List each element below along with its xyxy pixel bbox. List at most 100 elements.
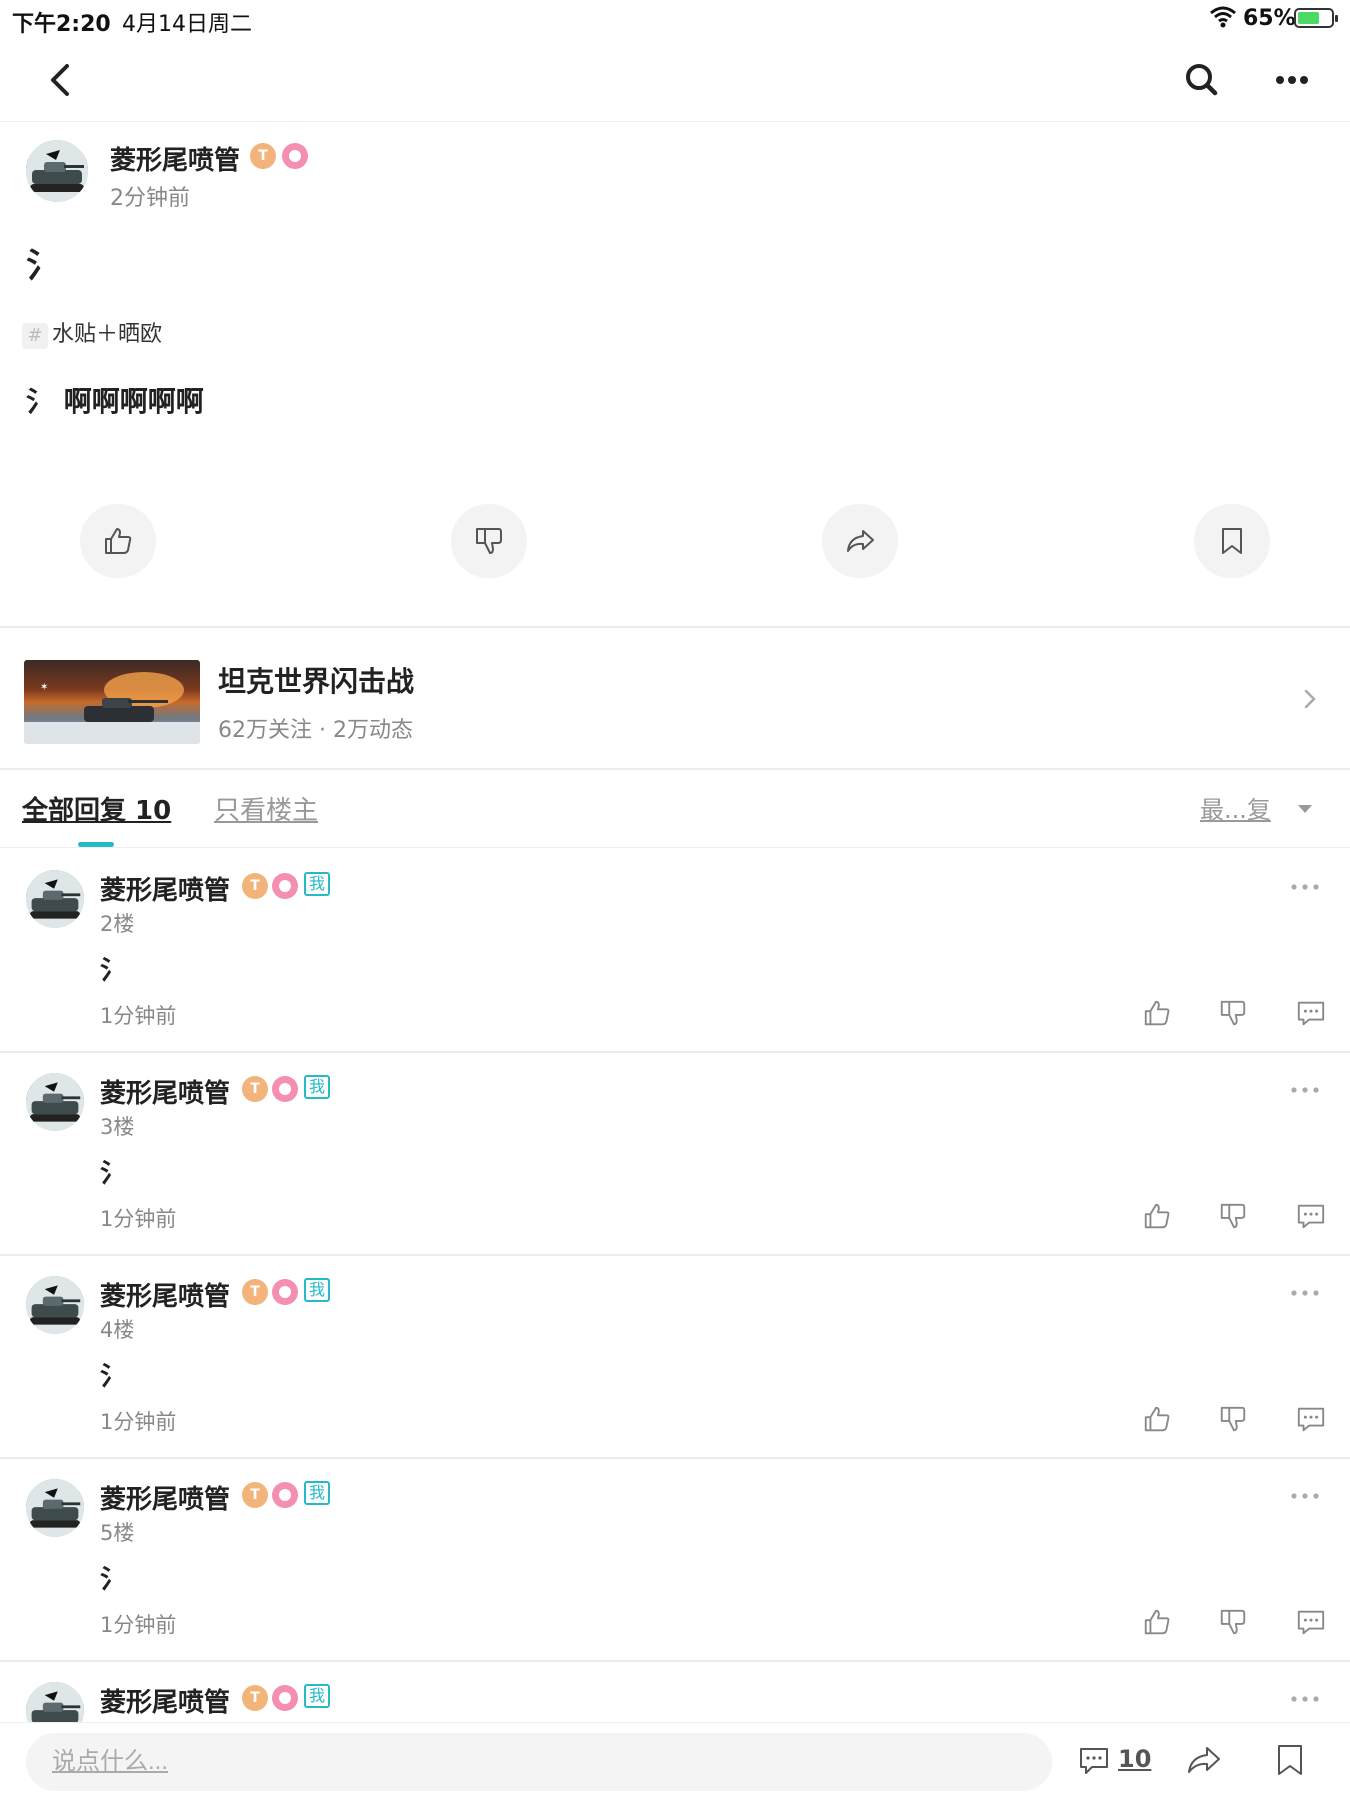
sort-dropdown[interactable]: 最...复 bbox=[1200, 790, 1271, 825]
dislike-icon[interactable] bbox=[1218, 1404, 1248, 1434]
divider bbox=[0, 626, 1350, 628]
status-date: 4月14日周二 bbox=[122, 12, 252, 37]
level-badge: T bbox=[250, 143, 276, 169]
pink-medal-badge bbox=[272, 873, 298, 899]
share-button[interactable] bbox=[822, 504, 898, 578]
comment-icon[interactable] bbox=[1078, 1745, 1110, 1777]
reply-content: 氵 bbox=[100, 1159, 127, 1189]
avatar[interactable] bbox=[26, 1479, 84, 1537]
game-card[interactable]: ✶ 坦克世界闪击战 62万关注 · 2万动态 bbox=[0, 630, 1350, 768]
share-icon bbox=[847, 530, 874, 552]
search-icon[interactable] bbox=[1180, 58, 1224, 102]
like-button[interactable] bbox=[80, 504, 156, 578]
reply-item[interactable]: 菱形尾喷管 T 我 2楼氵 1分钟前 bbox=[0, 850, 1350, 1053]
dislike-button[interactable] bbox=[451, 504, 527, 578]
reply-author-name[interactable]: 菱形尾喷管 bbox=[100, 1276, 230, 1313]
more-horizontal-icon[interactable] bbox=[1270, 58, 1314, 102]
tab-all-replies[interactable]: 全部回复 10 bbox=[22, 790, 171, 827]
comment-icon[interactable] bbox=[1296, 1404, 1326, 1434]
dislike-icon[interactable] bbox=[1218, 998, 1248, 1028]
reply-tabs: 全部回复 10 只看楼主 最...复 bbox=[0, 770, 1350, 848]
reply-time: 1分钟前 bbox=[100, 1004, 177, 1028]
bookmark-button[interactable] bbox=[1194, 504, 1270, 578]
status-time: 下午2:20 bbox=[12, 12, 111, 37]
like-icon[interactable] bbox=[1142, 1201, 1172, 1231]
tab-indicator bbox=[78, 842, 114, 847]
reply-content: 氵 bbox=[100, 956, 127, 986]
hash-icon: # bbox=[22, 323, 48, 349]
tank-avatar-icon bbox=[26, 870, 84, 928]
post-actions bbox=[0, 504, 1350, 578]
avatar[interactable] bbox=[26, 1073, 84, 1131]
avatar[interactable] bbox=[26, 1276, 84, 1334]
like-icon[interactable] bbox=[1142, 998, 1172, 1028]
game-name: 坦克世界闪击战 bbox=[218, 665, 415, 698]
reply-item[interactable]: 菱形尾喷管 T 我 3楼氵 1分钟前 bbox=[0, 1053, 1350, 1256]
reply-item[interactable]: 菱形尾喷管 T 我 4楼氵 1分钟前 bbox=[0, 1256, 1350, 1459]
me-badge: 我 bbox=[304, 1481, 331, 1505]
nav-bar bbox=[0, 40, 1350, 122]
svg-text:✶: ✶ bbox=[40, 682, 48, 693]
post-time: 2分钟前 bbox=[110, 186, 190, 211]
tank-avatar-icon bbox=[26, 140, 88, 202]
reply-author-name[interactable]: 菱形尾喷管 bbox=[100, 870, 230, 907]
comment-icon[interactable] bbox=[1296, 998, 1326, 1028]
post-body: 氵 啊啊啊啊啊 bbox=[26, 385, 204, 418]
me-badge: 我 bbox=[304, 1278, 331, 1302]
level-badge: T bbox=[242, 1279, 268, 1305]
tab-op-only[interactable]: 只看楼主 bbox=[214, 790, 318, 827]
comment-count[interactable]: 10 bbox=[1118, 1745, 1151, 1773]
level-badge: T bbox=[242, 873, 268, 899]
floor-number: 5楼 bbox=[100, 1521, 135, 1545]
reply-content: 氵 bbox=[100, 1362, 127, 1392]
tank-avatar-icon bbox=[26, 1479, 84, 1537]
level-badge: T bbox=[242, 1685, 268, 1711]
floor-number: 4楼 bbox=[100, 1318, 135, 1342]
battery-percent: 65% bbox=[1243, 6, 1296, 31]
comment-icon[interactable] bbox=[1296, 1201, 1326, 1231]
reply-author-name[interactable]: 菱形尾喷管 bbox=[100, 1479, 230, 1516]
status-bar: 下午2:20 4月14日周二 65% bbox=[0, 0, 1350, 40]
battery-icon bbox=[1294, 8, 1338, 28]
bookmark-icon[interactable] bbox=[1276, 1743, 1304, 1777]
like-icon[interactable] bbox=[1142, 1404, 1172, 1434]
reply-author-name[interactable]: 菱形尾喷管 bbox=[100, 1073, 230, 1110]
tank-avatar-icon bbox=[26, 1276, 84, 1334]
reply-time: 1分钟前 bbox=[100, 1613, 177, 1637]
pink-medal-badge bbox=[272, 1685, 298, 1711]
more-horizontal-icon[interactable] bbox=[1290, 1288, 1320, 1298]
game-thumbnail: ✶ bbox=[24, 660, 200, 744]
me-badge: 我 bbox=[304, 1684, 331, 1708]
more-horizontal-icon[interactable] bbox=[1290, 1694, 1320, 1704]
like-icon[interactable] bbox=[1142, 1607, 1172, 1637]
tank-avatar-icon bbox=[26, 1073, 84, 1131]
avatar[interactable] bbox=[26, 140, 88, 202]
chevron-left-icon[interactable] bbox=[40, 58, 80, 102]
more-horizontal-icon[interactable] bbox=[1290, 1491, 1320, 1501]
comment-input[interactable]: 说点什么... bbox=[26, 1733, 1052, 1791]
more-horizontal-icon[interactable] bbox=[1290, 1085, 1320, 1095]
post-title: 氵 bbox=[26, 246, 60, 286]
dislike-icon[interactable] bbox=[1218, 1201, 1248, 1231]
chevron-right-icon bbox=[1304, 689, 1316, 709]
bookmark-icon bbox=[1222, 528, 1242, 554]
more-horizontal-icon[interactable] bbox=[1290, 882, 1320, 892]
bottom-bar: 说点什么... 10 bbox=[0, 1722, 1350, 1800]
reply-content: 氵 bbox=[100, 1565, 127, 1595]
share-icon[interactable] bbox=[1186, 1743, 1222, 1777]
topic-tag-label: 水贴＋晒欧 bbox=[52, 322, 163, 347]
level-badge: T bbox=[242, 1482, 268, 1508]
post-author-name[interactable]: 菱形尾喷管 bbox=[110, 140, 240, 177]
caret-down-icon[interactable] bbox=[1298, 805, 1312, 813]
avatar[interactable] bbox=[26, 870, 84, 928]
game-stats: 62万关注 · 2万动态 bbox=[218, 718, 413, 743]
like-icon bbox=[105, 528, 132, 554]
reply-item[interactable]: 菱形尾喷管 T 我 5楼氵 1分钟前 bbox=[0, 1459, 1350, 1662]
dislike-icon[interactable] bbox=[1218, 1607, 1248, 1637]
comment-icon[interactable] bbox=[1296, 1607, 1326, 1637]
topic-tag[interactable]: # 水贴＋晒欧 bbox=[22, 316, 163, 349]
reply-author-name[interactable]: 菱形尾喷管 bbox=[100, 1682, 230, 1719]
level-badge: T bbox=[242, 1076, 268, 1102]
pink-medal-badge bbox=[272, 1482, 298, 1508]
reply-time: 1分钟前 bbox=[100, 1207, 177, 1231]
